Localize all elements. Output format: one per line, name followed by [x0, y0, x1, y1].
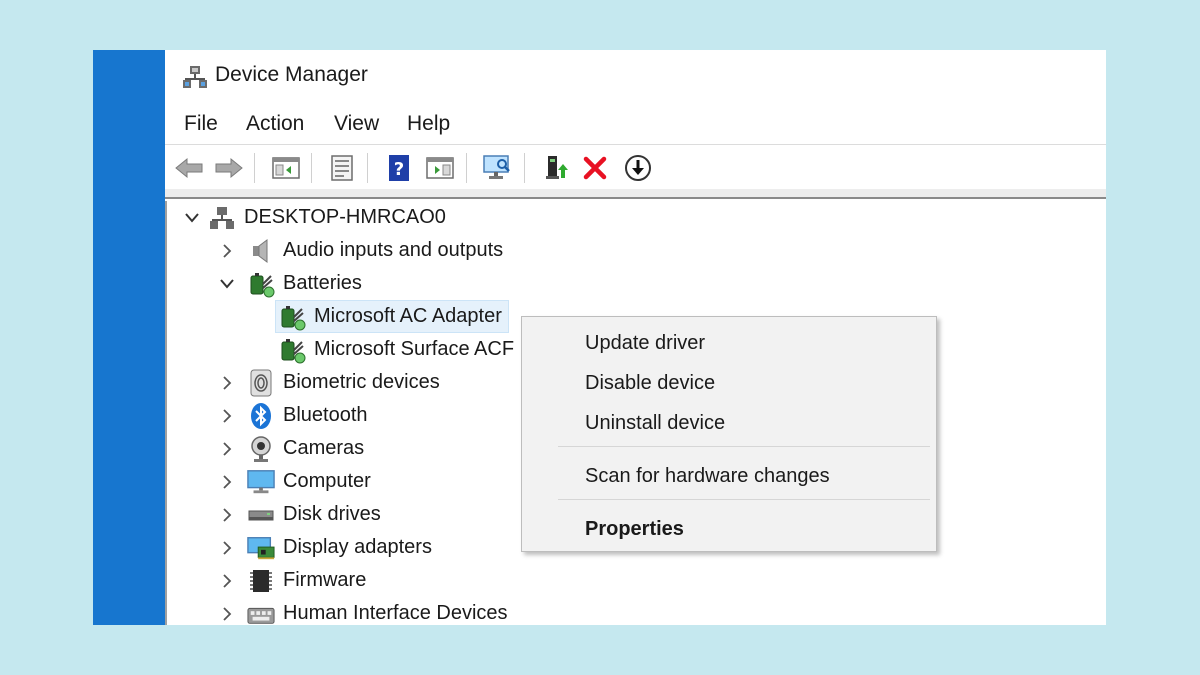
- hid-icon: [247, 600, 275, 626]
- tree-item-bluetooth[interactable]: Bluetooth: [217, 399, 368, 432]
- context-menu-uninstall-device[interactable]: Uninstall device: [585, 412, 725, 435]
- tree-item-label: Audio inputs and outputs: [283, 239, 504, 261]
- tree-item-biometric[interactable]: Biometric devices: [217, 366, 440, 399]
- toolbar-separator: [367, 153, 368, 183]
- context-menu: Update driver Disable device Uninstall d…: [521, 316, 937, 552]
- chevron-right-icon[interactable]: [217, 439, 237, 459]
- forward-arrow-icon[interactable]: [213, 152, 245, 184]
- chevron-right-icon[interactable]: [217, 505, 237, 525]
- fingerprint-icon: [247, 369, 275, 397]
- tree-item-human-interface-devices[interactable]: Human Interface Devices: [217, 597, 508, 625]
- uninstall-icon[interactable]: [579, 152, 611, 184]
- speaker-icon: [247, 237, 275, 265]
- tree-root[interactable]: DESKTOP-HMRCAO0: [182, 201, 446, 234]
- tree-item-label: Human Interface Devices: [283, 602, 508, 624]
- monitor-icon: [247, 468, 275, 496]
- tree-item-audio[interactable]: Audio inputs and outputs: [217, 234, 503, 267]
- context-menu-properties[interactable]: Properties: [585, 518, 684, 541]
- help-icon[interactable]: ?: [383, 152, 415, 184]
- scan-hardware-icon[interactable]: [481, 152, 513, 184]
- update-driver-icon[interactable]: [540, 152, 572, 184]
- tree-item-label: Biometric devices: [283, 371, 440, 393]
- chevron-right-icon[interactable]: [217, 373, 237, 393]
- chevron-right-icon[interactable]: [217, 538, 237, 558]
- display-adapter-icon: [247, 534, 275, 562]
- battery-icon: [278, 303, 306, 331]
- tree-root-label: DESKTOP-HMRCAO0: [244, 206, 446, 228]
- firmware-chip-icon: [247, 567, 275, 595]
- show-hide-action-pane-icon[interactable]: [424, 152, 456, 184]
- show-hide-console-tree-icon[interactable]: [270, 152, 302, 184]
- toolbar-separator: [311, 153, 312, 183]
- menu-help[interactable]: Help: [407, 112, 450, 136]
- tree-item-label: Computer: [283, 470, 371, 492]
- tree-item-label: Microsoft AC Adapter: [314, 305, 502, 327]
- tree-item-microsoft-surface-battery[interactable]: Microsoft Surface ACF: [276, 333, 514, 366]
- toolbar-bottom-border: [165, 189, 1106, 199]
- chevron-right-icon[interactable]: [217, 604, 237, 624]
- chevron-right-icon[interactable]: [217, 571, 237, 591]
- chevron-down-icon[interactable]: [217, 274, 237, 294]
- tree-item-label: Batteries: [283, 272, 362, 294]
- disk-drive-icon: [247, 501, 275, 529]
- menu-view[interactable]: View: [334, 112, 379, 136]
- tree-item-cameras[interactable]: Cameras: [217, 432, 364, 465]
- device-manager-icon: [182, 65, 208, 89]
- tree-item-label: Cameras: [283, 437, 365, 459]
- window-title: Device Manager: [215, 63, 368, 86]
- tree-item-label: Bluetooth: [283, 404, 368, 426]
- chevron-right-icon[interactable]: [217, 406, 237, 426]
- disable-icon[interactable]: [622, 152, 654, 184]
- tree-item-display-adapters[interactable]: Display adapters: [217, 531, 432, 564]
- toolbar: ?: [165, 145, 1106, 189]
- tree-item-computer[interactable]: Computer: [217, 465, 371, 498]
- menu-bar: File Action View Help: [165, 110, 1106, 142]
- context-menu-update-driver[interactable]: Update driver: [585, 332, 705, 355]
- toolbar-separator: [524, 153, 525, 183]
- context-menu-scan-hardware[interactable]: Scan for hardware changes: [585, 465, 830, 488]
- context-menu-separator: [558, 499, 930, 500]
- blue-side-bar: [93, 50, 165, 625]
- battery-icon: [278, 336, 306, 364]
- bluetooth-icon: [247, 402, 275, 430]
- tree-item-microsoft-ac-adapter[interactable]: Microsoft AC Adapter: [275, 300, 509, 333]
- tree-item-label: Microsoft Surface ACF: [314, 338, 515, 360]
- svg-text:?: ?: [394, 159, 404, 180]
- menu-file[interactable]: File: [184, 112, 218, 136]
- tree-item-disk-drives[interactable]: Disk drives: [217, 498, 381, 531]
- battery-icon: [247, 270, 275, 298]
- chevron-right-icon[interactable]: [217, 472, 237, 492]
- computer-tree-icon: [208, 204, 236, 232]
- tree-item-batteries[interactable]: Batteries: [217, 267, 362, 300]
- chevron-right-icon[interactable]: [217, 241, 237, 261]
- toolbar-separator: [254, 153, 255, 183]
- camera-icon: [247, 435, 275, 463]
- tree-item-firmware[interactable]: Firmware: [217, 564, 366, 597]
- title-bar: Device Manager: [165, 50, 1106, 104]
- tree-item-label: Disk drives: [283, 503, 381, 525]
- tree-item-label: Display adapters: [283, 536, 432, 558]
- menu-action[interactable]: Action: [246, 112, 304, 136]
- properties-icon[interactable]: [326, 152, 358, 184]
- context-menu-disable-device[interactable]: Disable device: [585, 372, 715, 395]
- tree-item-label: Firmware: [283, 569, 367, 591]
- back-arrow-icon[interactable]: [173, 152, 205, 184]
- context-menu-separator: [558, 446, 930, 447]
- toolbar-separator: [466, 153, 467, 183]
- chevron-down-icon[interactable]: [182, 208, 202, 228]
